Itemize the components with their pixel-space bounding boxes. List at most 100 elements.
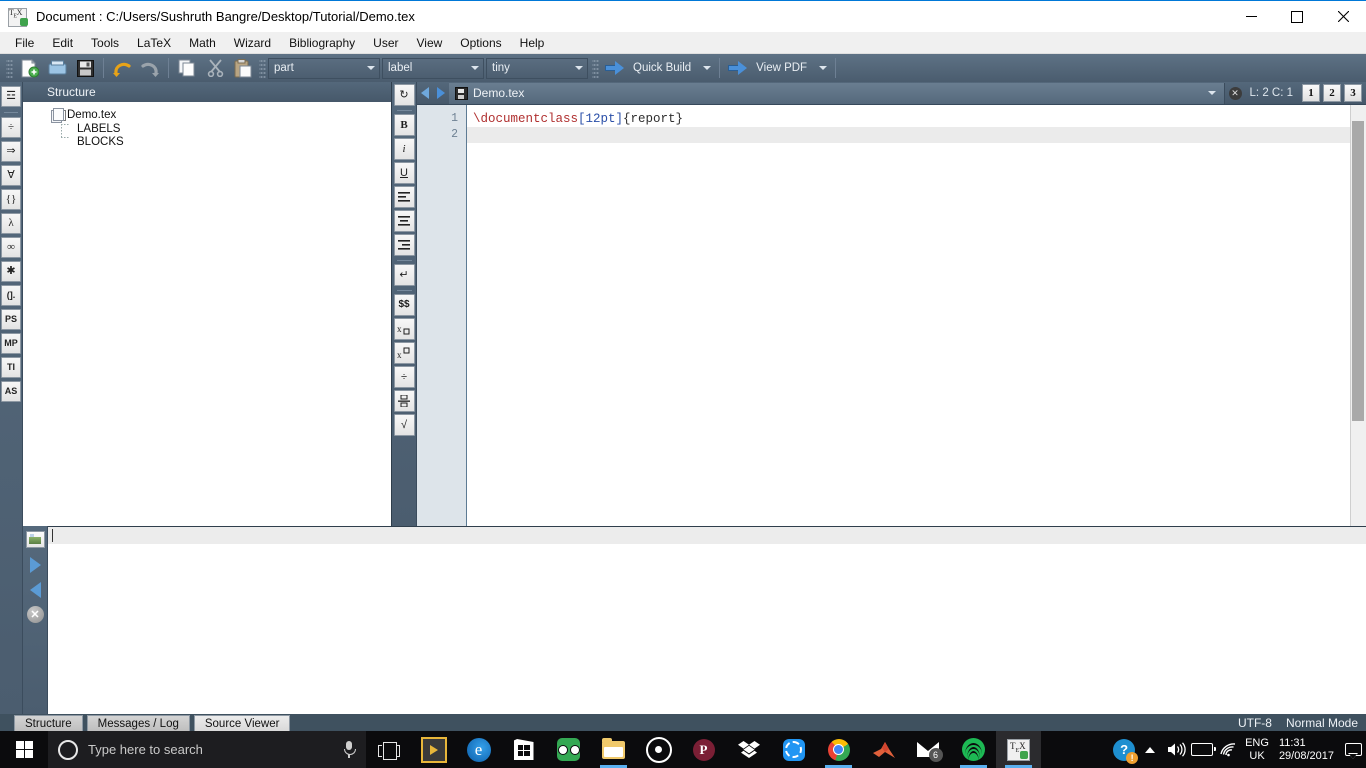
minimize-button[interactable]: [1228, 1, 1274, 32]
undo-icon[interactable]: [109, 56, 135, 80]
editor-body[interactable]: 1 2 \documentclass[12pt]{report}: [417, 105, 1366, 526]
close-document-button[interactable]: ✕: [1228, 86, 1242, 100]
matlab-icon[interactable]: [861, 731, 906, 768]
tab-structure[interactable]: Structure: [14, 715, 83, 732]
new-file-icon[interactable]: [16, 56, 42, 80]
volume-icon[interactable]: [1163, 731, 1189, 768]
wifi-icon[interactable]: [1215, 731, 1241, 768]
sidebar-delimiters[interactable]: (].: [1, 285, 21, 306]
underline-button[interactable]: U: [393, 162, 415, 184]
dfrac-button[interactable]: [393, 390, 415, 412]
menu-wizard[interactable]: Wizard: [225, 34, 280, 52]
windows-start-icon[interactable]: [0, 731, 48, 768]
close-button[interactable]: [1320, 1, 1366, 32]
code-line-2[interactable]: [467, 127, 1366, 143]
texstudio-taskbar-icon[interactable]: TEX: [996, 731, 1041, 768]
menu-bibliography[interactable]: Bibliography: [280, 34, 364, 52]
paste-icon[interactable]: [230, 56, 256, 80]
media-player-icon[interactable]: [636, 731, 681, 768]
quick-build-button[interactable]: Quick Build: [601, 58, 715, 78]
microsoft-edge-icon[interactable]: e: [456, 731, 501, 768]
google-chrome-icon[interactable]: [816, 731, 861, 768]
menu-math[interactable]: Math: [180, 34, 225, 52]
view-pdf-button[interactable]: View PDF: [724, 58, 831, 78]
structure-level-select[interactable]: part: [268, 57, 380, 79]
sidebar-brackets[interactable]: {}: [1, 189, 21, 210]
next-document-button[interactable]: [433, 82, 449, 104]
sidebar-greek[interactable]: λ: [1, 213, 21, 234]
cut-icon[interactable]: [202, 56, 228, 80]
mail-icon[interactable]: 6: [906, 731, 951, 768]
math-mode-button[interactable]: $$: [393, 294, 415, 316]
sidebar-asymptote[interactable]: AS: [1, 381, 21, 402]
menu-view[interactable]: View: [408, 34, 452, 52]
pioneer-app-icon[interactable]: P: [681, 731, 726, 768]
sidebar-quantifiers[interactable]: ∀: [1, 165, 21, 186]
reference-type-select[interactable]: label: [382, 57, 484, 79]
battery-icon[interactable]: [1189, 731, 1217, 768]
font-size-select[interactable]: tiny: [486, 57, 588, 79]
tab-messages-log[interactable]: Messages / Log: [86, 715, 190, 732]
newline-button[interactable]: ↵: [393, 264, 415, 286]
menu-tools[interactable]: Tools: [82, 34, 128, 52]
tab-list-dropdown-icon[interactable]: [1207, 91, 1216, 95]
align-center-button[interactable]: [393, 210, 415, 232]
stop-process-icon[interactable]: ✕: [26, 605, 45, 624]
source-viewer-panel[interactable]: [48, 526, 1366, 714]
redo-icon[interactable]: [137, 56, 163, 80]
open-file-icon[interactable]: [44, 56, 70, 80]
preview-image-icon[interactable]: [25, 530, 45, 549]
editor-vertical-scrollbar[interactable]: [1350, 105, 1366, 526]
bold-button[interactable]: B: [393, 114, 415, 136]
copy-icon[interactable]: [174, 56, 200, 80]
show-hidden-icons-chevron[interactable]: [1137, 731, 1163, 768]
toolbar-grip[interactable]: [6, 58, 13, 78]
view-button-2[interactable]: 2: [1323, 84, 1341, 102]
sidebar-environments[interactable]: ☲: [1, 86, 21, 107]
quick-build-dropdown-icon[interactable]: [699, 66, 715, 70]
dropbox-icon[interactable]: [726, 731, 771, 768]
menu-latex[interactable]: LaTeX: [128, 34, 180, 52]
maximize-button[interactable]: [1274, 1, 1320, 32]
sidebar-tikz[interactable]: TI: [1, 357, 21, 378]
menu-user[interactable]: User: [364, 34, 407, 52]
microphone-icon[interactable]: [342, 741, 356, 758]
align-left-button[interactable]: [393, 186, 415, 208]
tripadvisor-icon[interactable]: [546, 731, 591, 768]
sidebar-stars[interactable]: ✱: [1, 261, 21, 282]
fraction-button[interactable]: ÷: [393, 366, 415, 388]
refresh-structure-icon[interactable]: ↻: [393, 84, 415, 106]
sidebar-relations[interactable]: ⇒: [1, 141, 21, 162]
align-right-button[interactable]: [393, 234, 415, 256]
tab-source-viewer[interactable]: Source Viewer: [193, 715, 291, 732]
menu-help[interactable]: Help: [511, 34, 554, 52]
italic-button[interactable]: i: [393, 138, 415, 160]
sidebar-psi-symbols[interactable]: PS: [1, 309, 21, 330]
search-input[interactable]: Type here to search: [48, 731, 366, 768]
next-error-icon[interactable]: [26, 555, 45, 574]
structure-node-blocks[interactable]: BLOCKS: [31, 135, 391, 148]
view-button-3[interactable]: 3: [1344, 84, 1362, 102]
menu-edit[interactable]: Edit: [43, 34, 82, 52]
sidebar-operators[interactable]: ÷: [1, 117, 21, 138]
sidebar-metapost[interactable]: MP: [1, 333, 21, 354]
subscript-button[interactable]: x: [393, 318, 415, 340]
previous-error-icon[interactable]: [26, 580, 45, 599]
file-explorer-icon[interactable]: [591, 731, 636, 768]
menu-file[interactable]: File: [6, 34, 43, 52]
save-file-icon[interactable]: [72, 56, 98, 80]
structure-node-document[interactable]: Demo.tex: [31, 108, 391, 123]
language-indicator[interactable]: ENG UK: [1241, 737, 1273, 763]
microsoft-store-icon[interactable]: [501, 731, 546, 768]
sidebar-misc-symbols[interactable]: ∞: [1, 237, 21, 258]
menu-options[interactable]: Options: [451, 34, 510, 52]
task-view-icon[interactable]: [366, 731, 411, 768]
clock[interactable]: 11:31 29/08/2017: [1273, 737, 1340, 763]
sqrt-button[interactable]: √: [393, 414, 415, 436]
help-warning-icon[interactable]: ?!: [1111, 731, 1139, 768]
toolbar-grip-3[interactable]: [592, 58, 599, 78]
shareit-icon[interactable]: [771, 731, 816, 768]
labview-icon[interactable]: [411, 731, 456, 768]
previous-document-button[interactable]: [417, 82, 433, 104]
spotify-icon[interactable]: [951, 731, 996, 768]
